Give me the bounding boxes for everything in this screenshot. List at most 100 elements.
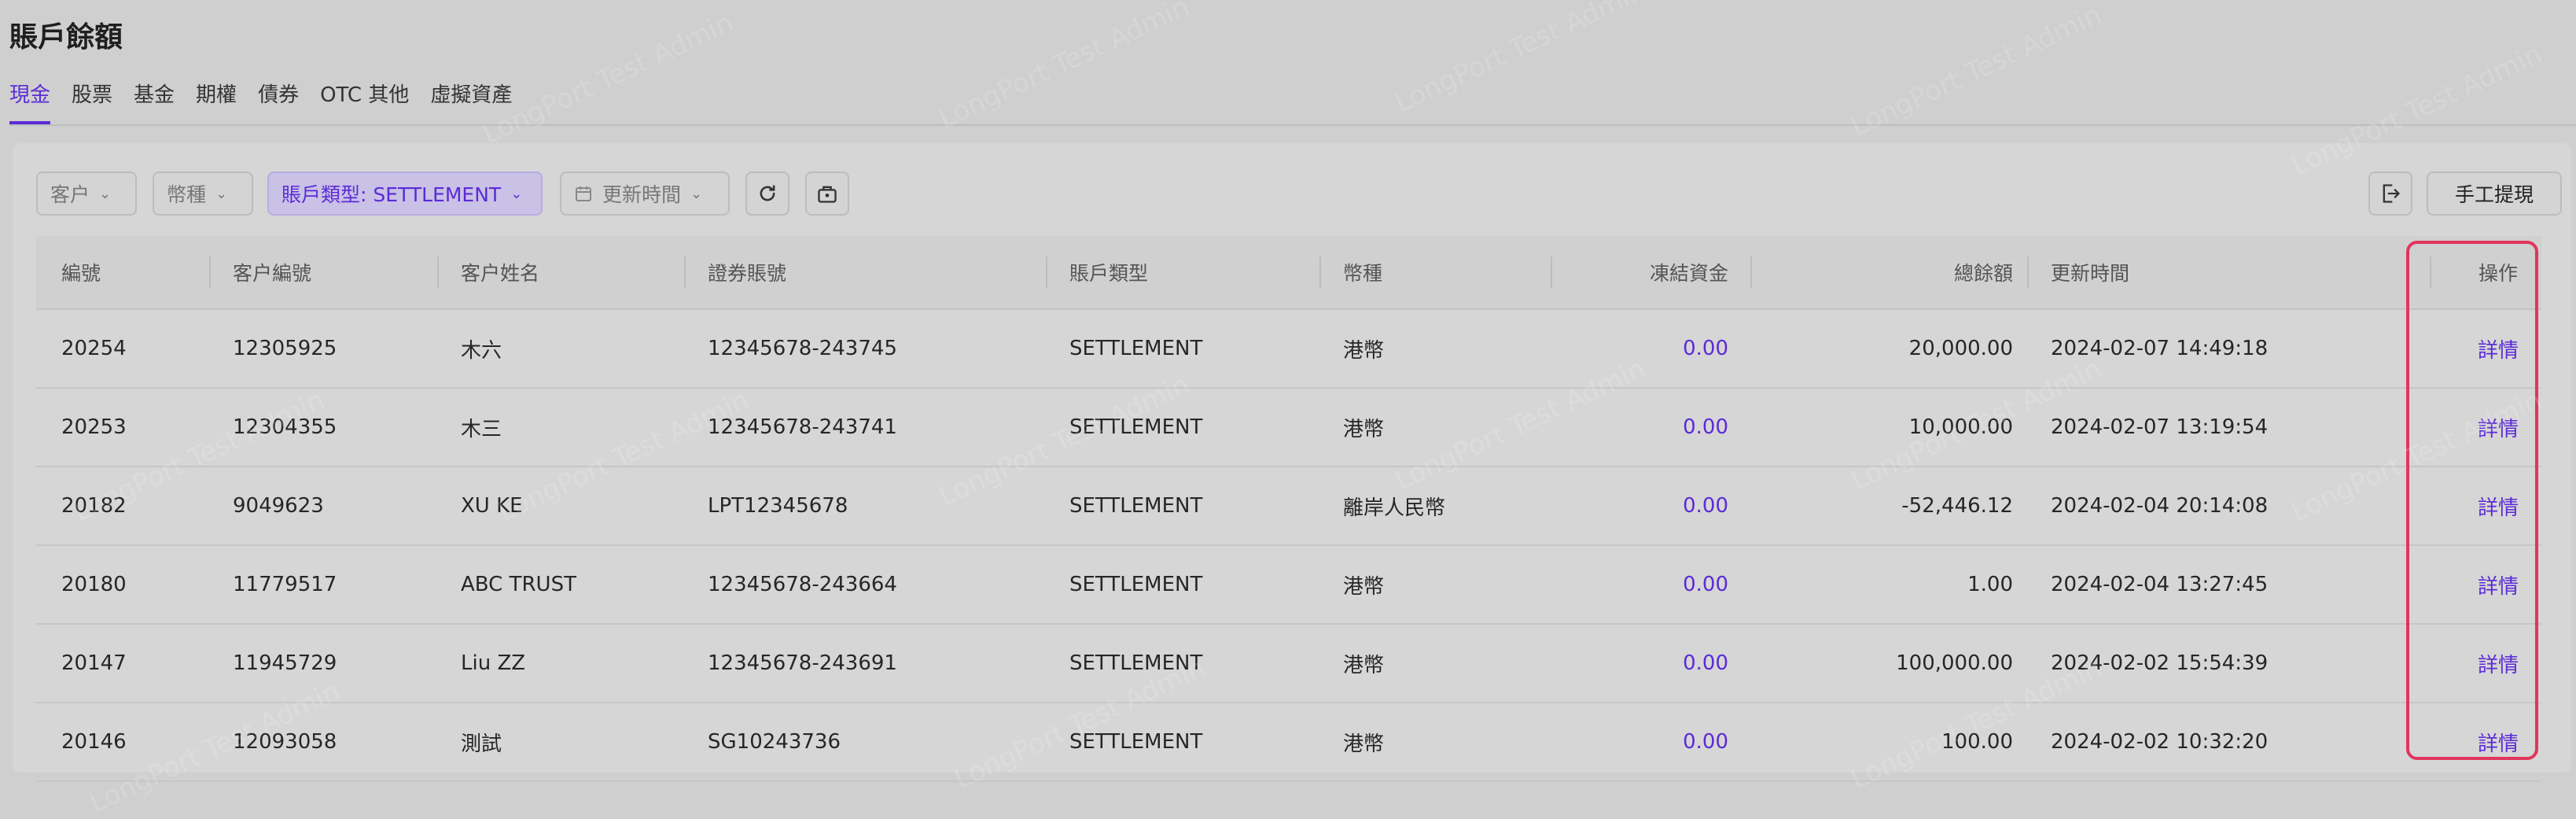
cell-securities-account: 12345678-243741: [708, 415, 897, 439]
tab-options[interactable]: 期權: [196, 72, 237, 108]
export-icon: [2383, 184, 2400, 203]
cell-customer-name: ABC TRUST: [461, 573, 576, 596]
cell-customer-no: 12093058: [233, 730, 337, 754]
details-link[interactable]: 詳情: [2433, 625, 2563, 702]
page-title: 賬戶餘額: [9, 21, 123, 53]
account-type-filter[interactable]: 賬戶類型: SETTLEMENT ⌄: [267, 172, 543, 216]
cell-customer-no: 9049623: [233, 494, 324, 518]
column-header[interactable]: 總餘額: [1774, 236, 2013, 308]
cell-securities-account: 12345678-243745: [708, 337, 897, 360]
cell-customer-name: 木三: [461, 417, 502, 441]
tab-stocks[interactable]: 股票: [72, 72, 112, 108]
details-link[interactable]: 詳情: [2433, 546, 2563, 623]
cell-currency: 港幣: [1343, 653, 1385, 677]
details-link[interactable]: 詳情: [2433, 467, 2563, 544]
column-header[interactable]: 證券賬號: [708, 236, 786, 308]
tab-funds[interactable]: 基金: [134, 72, 175, 108]
column-header[interactable]: 更新時間: [2051, 236, 2129, 308]
cell-update-time: 2024-02-02 10:32:20: [2051, 730, 2269, 754]
currency-filter[interactable]: 幣種 ⌄: [153, 172, 253, 216]
column-divider: [684, 256, 686, 288]
cell-total-balance: 100.00: [1941, 730, 2013, 754]
chevron-down-icon: ⌄: [99, 185, 112, 202]
column-header[interactable]: 幣種: [1343, 236, 1382, 308]
table-row: 20253 12304355 木三 12345678-243741 SETTLEMENT…: [36, 389, 2541, 467]
cell-account-type: SETTLEMENT: [1069, 573, 1203, 596]
column-header[interactable]: 客户編號: [233, 236, 311, 308]
cell-customer-no: 11945729: [233, 651, 337, 675]
column-header[interactable]: 編號: [61, 236, 101, 308]
column-header[interactable]: 凍結資金: [1574, 236, 1728, 308]
chevron-down-icon: ⌄: [510, 185, 523, 202]
cell-account-type: SETTLEMENT: [1069, 730, 1203, 754]
column-header[interactable]: 客户姓名: [461, 236, 539, 308]
cell-frozen-funds: 0.00: [1683, 651, 1728, 675]
cell-account-type: SETTLEMENT: [1069, 494, 1203, 518]
refresh-button[interactable]: [745, 172, 789, 216]
cell-update-time: 2024-02-07 14:49:18: [2051, 337, 2269, 360]
tab-virtual-assets[interactable]: 虛擬資產: [430, 72, 512, 108]
cell-customer-no: 12304355: [233, 415, 337, 439]
cell-update-time: 2024-02-04 20:14:08: [2051, 494, 2269, 518]
cell-customer-name: 木六: [461, 338, 502, 363]
cell-currency: 港幣: [1343, 732, 1385, 756]
cell-securities-account: SG10243736: [708, 730, 841, 754]
cell-currency: 港幣: [1343, 338, 1385, 363]
table-row: 20146 12093058 測試 SG10243736 SETTLEMENT 港幣 0.0…: [36, 703, 2541, 782]
calendar-icon: [576, 186, 591, 201]
column-divider: [1551, 256, 1552, 288]
table-row: 20147 11945729 Liu ZZ 12345678-243691 SETTLE…: [36, 625, 2541, 703]
cell-id: 20254: [61, 337, 127, 360]
table-header: 編號 客户編號 客户姓名 證券賬號 賬戶類型 幣種 凍結資金 總餘額 更新時間 …: [36, 236, 2541, 310]
cell-account-type: SETTLEMENT: [1069, 415, 1203, 439]
cell-frozen-funds: 0.00: [1683, 573, 1728, 596]
cell-account-type: SETTLEMENT: [1069, 337, 1203, 360]
tab-otc-other[interactable]: OTC 其他: [320, 72, 409, 108]
cell-customer-name: Liu ZZ: [461, 651, 526, 675]
cell-update-time: 2024-02-02 15:54:39: [2051, 651, 2269, 675]
update-time-filter-label: 更新時間: [602, 183, 682, 206]
lock-toggle-button[interactable]: [805, 172, 849, 216]
export-button[interactable]: [2368, 172, 2412, 216]
cell-id: 20146: [61, 730, 127, 754]
cell-currency: 離岸人民幣: [1343, 496, 1446, 520]
cell-customer-no: 12305925: [233, 337, 337, 360]
cell-total-balance: 1.00: [1967, 573, 2013, 596]
cell-id: 20182: [61, 494, 127, 518]
cell-frozen-funds: 0.00: [1683, 494, 1728, 518]
cell-update-time: 2024-02-07 13:19:54: [2051, 415, 2269, 439]
tab-bonds[interactable]: 債券: [258, 72, 299, 108]
column-header: 操作: [2478, 262, 2518, 285]
cell-total-balance: 10,000.00: [1908, 415, 2013, 439]
cell-account-type: SETTLEMENT: [1069, 651, 1203, 675]
table-row: 20180 11779517 ABC TRUST 12345678-243664 SET…: [36, 546, 2541, 625]
refresh-icon: [760, 185, 775, 201]
cell-id: 20147: [61, 651, 127, 675]
update-time-filter[interactable]: 更新時間 ⌄: [560, 172, 730, 216]
details-link[interactable]: 詳情: [2433, 703, 2563, 780]
cell-securities-account: 12345678-243664: [708, 573, 897, 596]
balance-table: 編號 客户編號 客户姓名 證券賬號 賬戶類型 幣種 凍結資金 總餘額 更新時間 …: [36, 236, 2541, 782]
customer-filter[interactable]: 客户 ⌄: [36, 172, 137, 216]
cell-currency: 港幣: [1343, 574, 1385, 599]
cell-frozen-funds: 0.00: [1683, 415, 1728, 439]
details-link[interactable]: 詳情: [2433, 310, 2563, 387]
tab-cash[interactable]: 現金: [9, 72, 51, 124]
column-divider: [209, 256, 211, 288]
cell-update-time: 2024-02-04 13:27:45: [2051, 573, 2269, 596]
cell-total-balance: -52,446.12: [1901, 494, 2013, 518]
manual-withdraw-button[interactable]: 手工提現: [2427, 172, 2562, 216]
details-link[interactable]: 詳情: [2433, 389, 2563, 466]
chevron-down-icon: ⌄: [215, 185, 228, 202]
cell-customer-name: XU KE: [461, 494, 523, 518]
column-header[interactable]: 賬戶類型: [1069, 236, 1148, 308]
currency-filter-label: 幣種: [167, 183, 207, 206]
cell-frozen-funds: 0.00: [1683, 730, 1728, 754]
cell-securities-account: LPT12345678: [708, 494, 848, 518]
table-row: 20254 12305925 木六 12345678-243745 SETTLEMENT…: [36, 310, 2541, 389]
column-divider: [2430, 256, 2431, 288]
cell-frozen-funds: 0.00: [1683, 337, 1728, 360]
cell-securities-account: 12345678-243691: [708, 651, 897, 675]
column-divider: [437, 256, 439, 288]
table-body: 20254 12305925 木六 12345678-243745 SETTLEMENT…: [36, 310, 2541, 782]
